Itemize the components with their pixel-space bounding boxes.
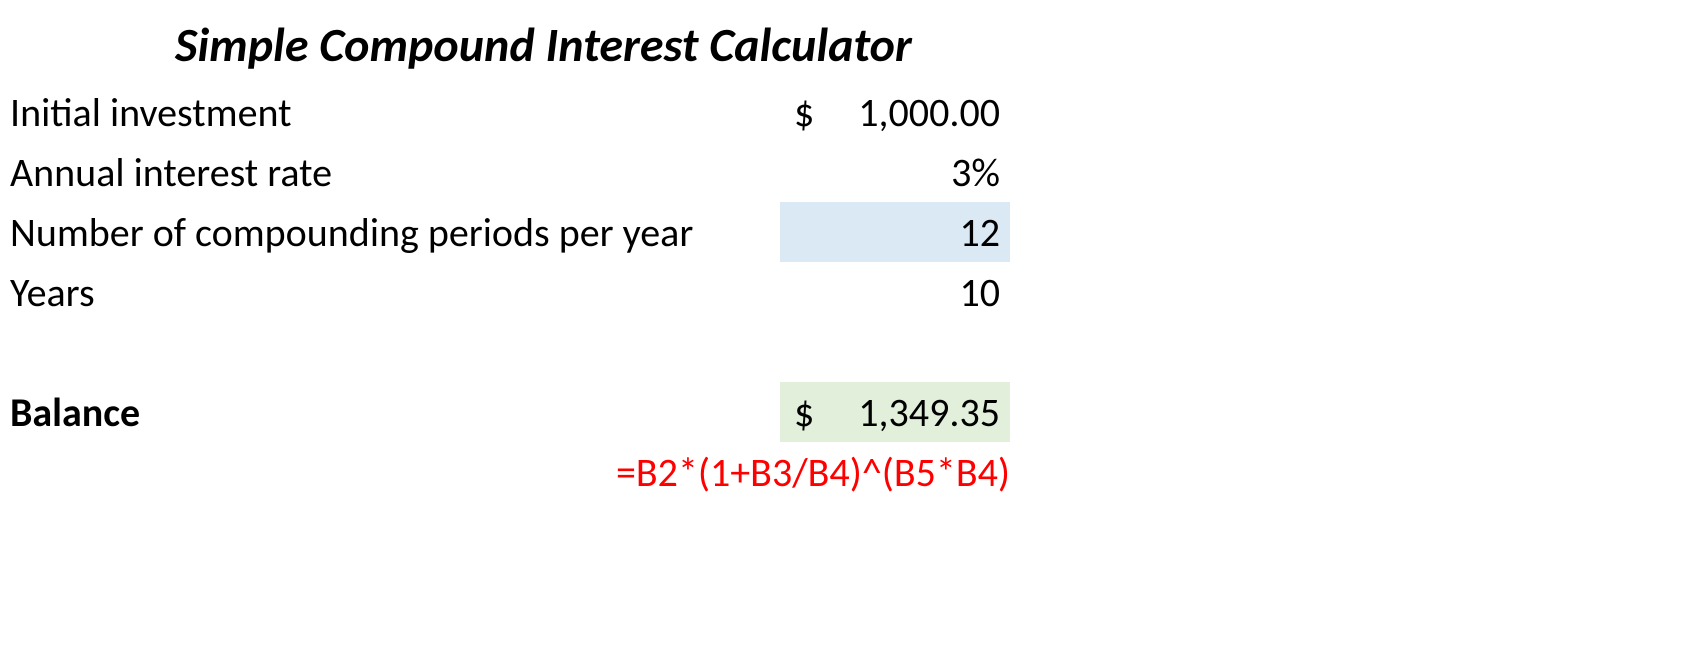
value-years[interactable]: 10 — [780, 262, 1010, 322]
value-text: 1,349.35 — [858, 388, 1000, 437]
row-periods: Number of compounding periods per year 1… — [10, 202, 1010, 262]
label-initial-investment: Initial investment — [10, 82, 780, 142]
label-periods: Number of compounding periods per year — [10, 202, 780, 262]
calculator-container: Simple Compound Interest Calculator Init… — [10, 15, 1010, 497]
formula-text: =B2*(1+B3/B4)^(B5*B4) — [616, 448, 1010, 497]
value-balance: $ 1,349.35 — [780, 382, 1010, 442]
currency-symbol: $ — [794, 388, 814, 437]
value-annual-rate[interactable]: 3% — [780, 142, 1010, 202]
value-text: 1,000.00 — [858, 88, 1000, 137]
label-balance: Balance — [10, 382, 780, 442]
page-title: Simple Compound Interest Calculator — [10, 15, 1010, 82]
row-initial-investment: Initial investment $ 1,000.00 — [10, 82, 1010, 142]
value-initial-investment[interactable]: $ 1,000.00 — [780, 82, 1010, 142]
value-periods[interactable]: 12 — [780, 202, 1010, 262]
currency-symbol: $ — [794, 88, 814, 137]
row-balance: Balance $ 1,349.35 — [10, 382, 1010, 442]
label-years: Years — [10, 262, 780, 322]
blank-row — [10, 322, 1010, 382]
formula-row: =B2*(1+B3/B4)^(B5*B4) — [10, 448, 1010, 497]
row-years: Years 10 — [10, 262, 1010, 322]
row-annual-rate: Annual interest rate 3% — [10, 142, 1010, 202]
label-annual-rate: Annual interest rate — [10, 142, 780, 202]
